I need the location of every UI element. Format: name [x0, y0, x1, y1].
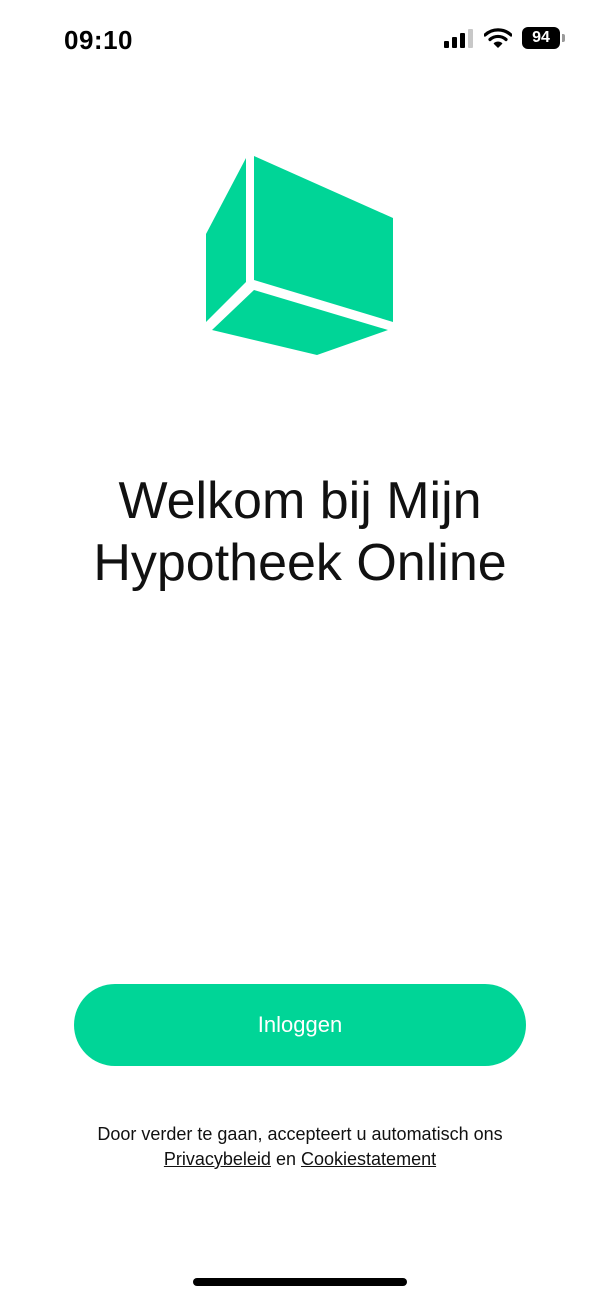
consent-sentence: Door verder te gaan, accepteert u automa… [97, 1124, 503, 1144]
signal-icon [444, 29, 473, 48]
consent-text: Door verder te gaan, accepteert u automa… [40, 1122, 560, 1172]
status-time: 09:10 [64, 25, 133, 55]
box-logo-icon [206, 156, 393, 355]
status-icons: 94 [444, 27, 565, 49]
battery-cap [562, 34, 565, 42]
status-bar: 09:10 94 [0, 0, 600, 80]
battery-level: 94 [532, 29, 550, 46]
battery-icon: 94 [522, 27, 565, 49]
home-indicator[interactable] [193, 1278, 407, 1286]
login-button[interactable]: Inloggen [74, 984, 526, 1066]
welcome-title-line-2: Hypotheek Online [93, 534, 507, 592]
welcome-title-line-1: Welkom bij Mijn [118, 472, 482, 530]
consent-conjunction: en [275, 1149, 296, 1169]
welcome-title: Welkom bij Mijn Hypotheek Online [40, 470, 560, 594]
wifi-icon [484, 28, 512, 48]
cookie-statement-link[interactable]: Cookiestatement [301, 1149, 436, 1169]
privacy-policy-link[interactable]: Privacybeleid [164, 1149, 271, 1169]
